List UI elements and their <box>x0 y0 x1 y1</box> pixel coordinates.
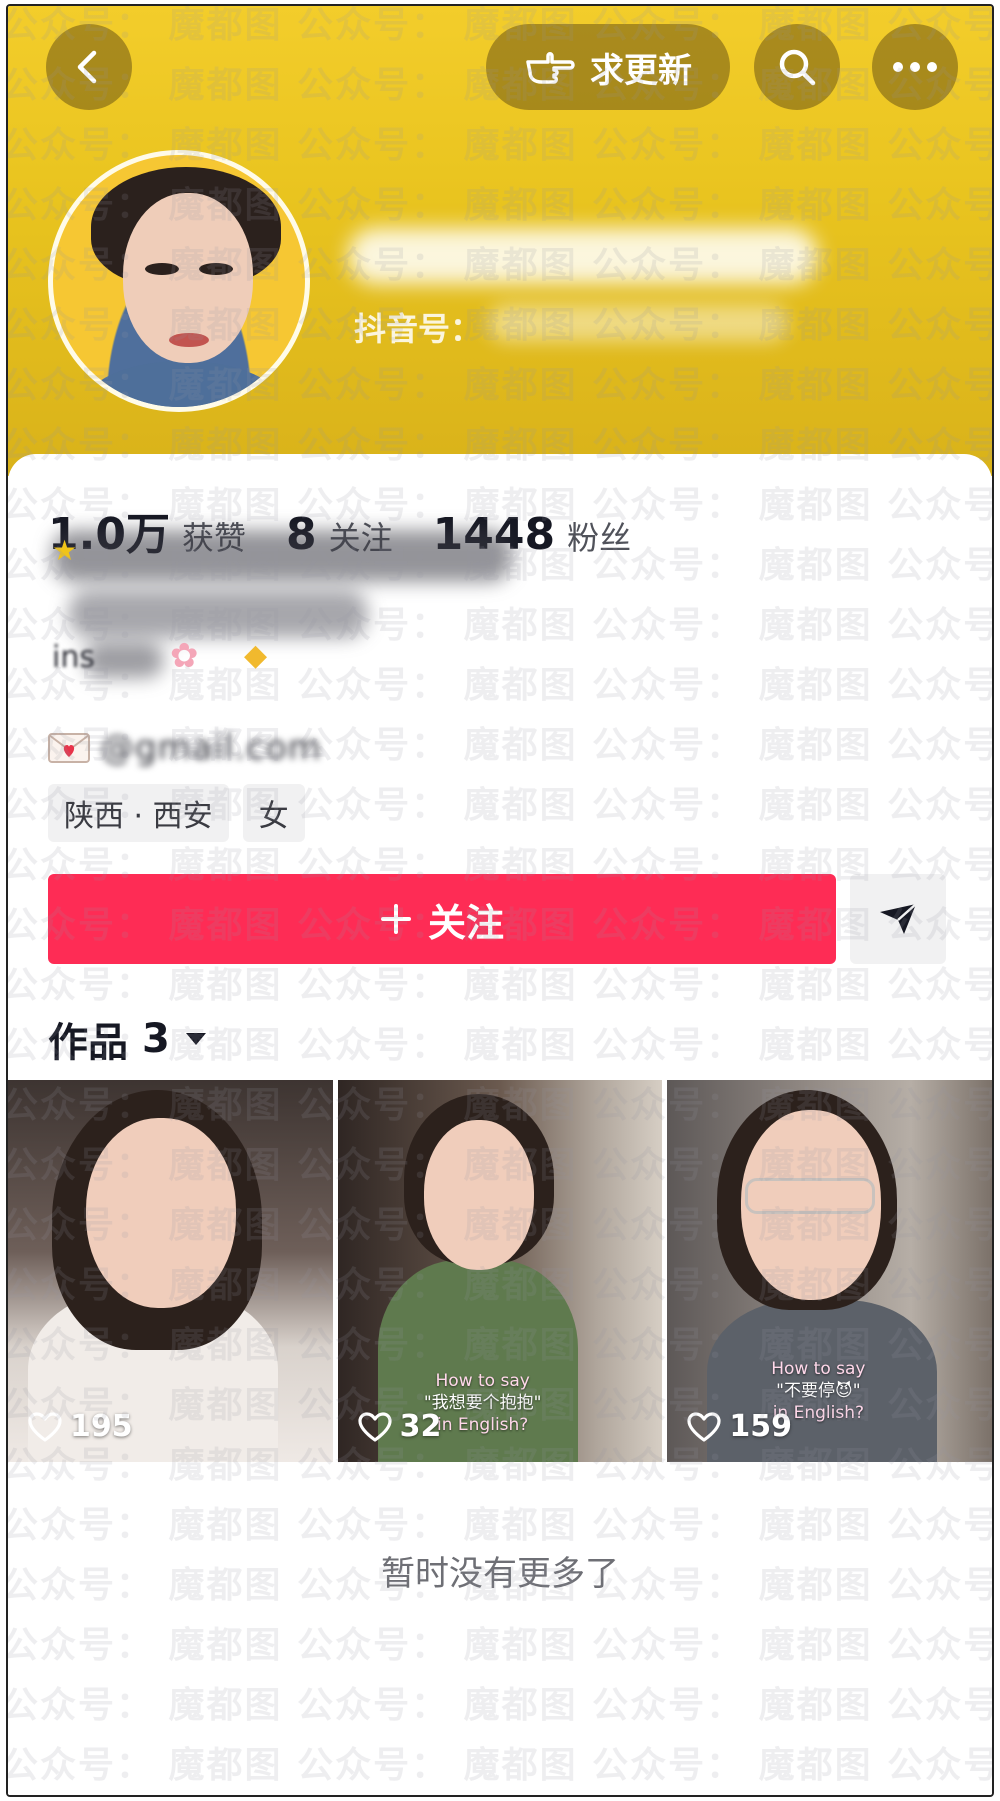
video-3-caption-top: How to say <box>771 1359 866 1379</box>
video-thumbnail-3[interactable]: How to say "不要停😈" in English? 159 <box>667 1080 992 1462</box>
video-2-caption-top: How to say <box>435 1371 530 1391</box>
send-arrow-icon <box>880 903 917 934</box>
chevron-left-icon <box>77 50 97 84</box>
heart-outline-icon <box>28 1411 62 1442</box>
tags-row: 陕西 · 西安 女 <box>48 784 305 842</box>
gender-tag: 女 <box>242 784 305 842</box>
nickname-blurred <box>348 228 818 284</box>
search-icon <box>779 49 816 86</box>
video-2-likes: 32 <box>358 1409 442 1444</box>
caret-down-icon <box>185 1033 206 1045</box>
bio-line-3-blurred <box>84 642 164 678</box>
follow-button[interactable]: 关注 <box>48 874 836 964</box>
ellipsis-icon <box>893 62 937 72</box>
douyin-id-label: 抖音号： <box>354 310 483 348</box>
stat-followers-label: 粉丝 <box>567 519 632 557</box>
share-button[interactable] <box>850 874 946 964</box>
avatar[interactable] <box>48 150 310 412</box>
no-more-content-text: 暂时没有更多了 <box>381 1554 619 1594</box>
bio-line-2-blurred <box>68 590 368 638</box>
plus-icon <box>380 904 411 934</box>
heart-outline-icon <box>687 1411 721 1442</box>
video-thumbnail-2[interactable]: How to say "我想要个抱抱" in English? 32 <box>337 1080 663 1462</box>
follow-label: 关注 <box>427 900 504 945</box>
video-thumbnail-1[interactable]: 195 <box>8 1080 333 1462</box>
video-1-likes: 195 <box>28 1409 133 1444</box>
video-3-likes-count: 159 <box>729 1409 792 1444</box>
works-count: 3 <box>142 1016 170 1062</box>
email-text: @gmail.com <box>100 728 322 768</box>
profile-screen: 求更新 抖音号： 粉丝 ★ ins ✿ ◆ @gmail.com 陕西 · 西安… <box>6 4 994 1797</box>
glasses <box>745 1178 876 1214</box>
search-button[interactable] <box>754 24 840 110</box>
video-2-likes-count: 32 <box>399 1409 442 1444</box>
more-button[interactable] <box>872 24 958 110</box>
works-label: 作品 <box>48 1020 128 1066</box>
video-1-likes-count: 195 <box>70 1409 133 1444</box>
back-button[interactable] <box>46 24 132 110</box>
request-update-button[interactable]: 求更新 <box>486 24 730 110</box>
profile-header: 求更新 抖音号： <box>8 6 992 476</box>
request-update-label: 求更新 <box>590 50 692 91</box>
douyin-id-blurred <box>488 304 788 342</box>
works-grid: 195 How to say "我想要个抱抱" in English? 32 H… <box>8 1080 992 1462</box>
profile-card: 1.0万 获赞 8 关注 1448 粉丝 ★ ins ✿ ◆ <box>8 454 992 1795</box>
works-tab[interactable]: 作品 3 <box>48 1010 208 1068</box>
pointing-hand-icon <box>526 52 575 84</box>
email-row: @gmail.com <box>48 728 322 768</box>
location-tag[interactable]: 陕西 · 西安 <box>48 784 229 842</box>
love-letter-icon <box>48 733 90 763</box>
heart-outline-icon <box>358 1411 392 1442</box>
lotus-icon: ✿ <box>170 636 199 676</box>
lamp-icon: ◆ <box>244 638 268 673</box>
bio-sun-icon: ★ <box>52 534 78 567</box>
video-3-likes: 159 <box>687 1409 792 1444</box>
video-3-caption-mid: "不要停😈" <box>776 1381 861 1401</box>
bio-line-1-blurred <box>52 530 512 582</box>
